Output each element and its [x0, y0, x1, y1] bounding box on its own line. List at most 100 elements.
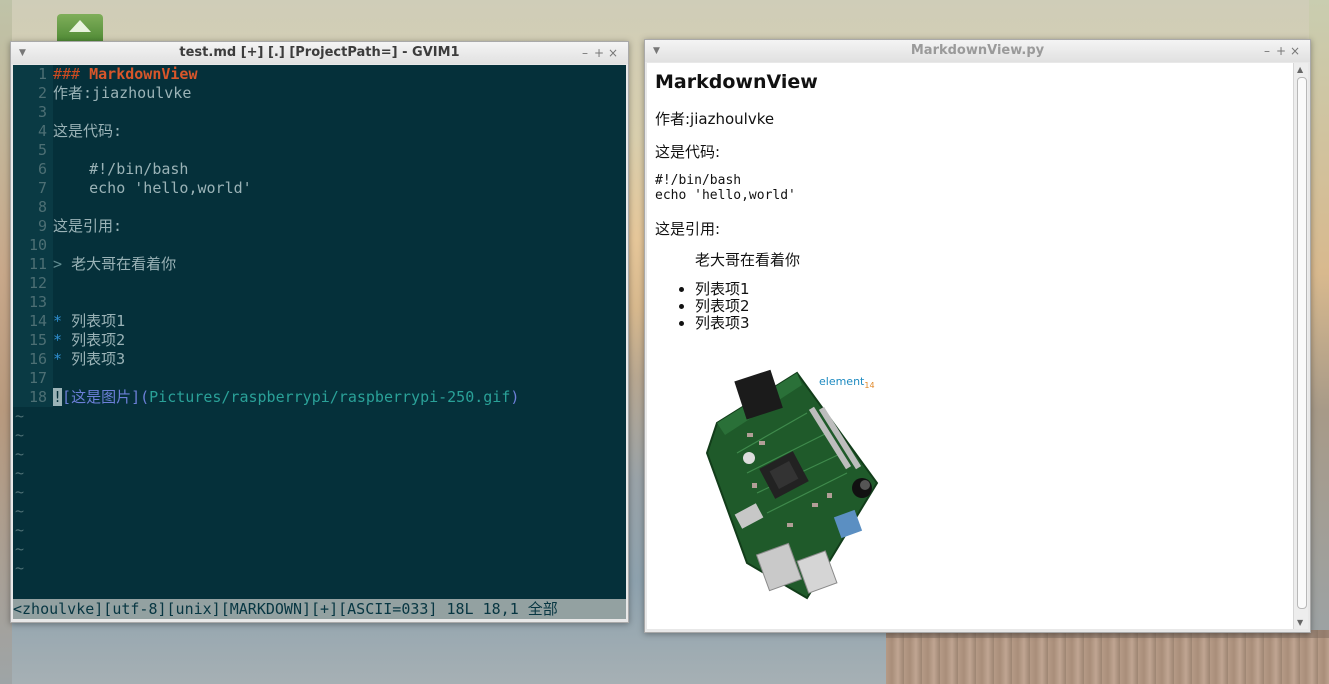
line-text: Pictures/raspberrypi/raspberrypi-250.gif: [149, 388, 511, 406]
line-number: 9: [13, 217, 53, 236]
line-text: *: [53, 331, 72, 349]
line-text: 老大哥在看着你: [71, 255, 177, 273]
vim-line[interactable]: 14 * 列表项1: [13, 312, 626, 331]
gvim-window: ▼ test.md [+] [.] [ProjectPath=] - GVIM1…: [10, 41, 629, 623]
close-icon[interactable]: ×: [606, 42, 620, 64]
desktop-background-right: [1309, 0, 1329, 684]
window-menu-icon[interactable]: ▼: [19, 42, 26, 64]
vim-empty-line: ~: [15, 445, 25, 463]
line-number: 17: [13, 369, 53, 388]
line-text: MarkdownView: [89, 65, 198, 83]
vim-line[interactable]: 12: [13, 274, 626, 293]
line-number: 18: [13, 388, 53, 407]
vim-line[interactable]: 13: [13, 293, 626, 312]
vim-empty-line: ~: [15, 540, 25, 558]
vim-empty-line: ~: [15, 502, 25, 520]
vim-empty-line: ~: [15, 426, 25, 444]
line-text: *: [53, 350, 72, 368]
maximize-icon[interactable]: +: [1274, 40, 1288, 62]
line-number: 15: [13, 331, 53, 350]
preview-code-label: 这是代码:: [655, 143, 721, 161]
maximize-icon[interactable]: +: [592, 42, 606, 64]
vim-line[interactable]: 3: [13, 103, 626, 122]
vim-empty-line: ~: [15, 483, 25, 501]
preview-blockquote: 老大哥在看着你: [695, 251, 801, 269]
line-text: #!/bin/bash: [53, 160, 189, 178]
line-number: 3: [13, 103, 53, 122]
line-text: ](: [131, 388, 150, 406]
scroll-up-icon[interactable]: ▲: [1297, 65, 1303, 74]
line-text: 列表项1: [71, 312, 126, 330]
list-item: 列表项1: [695, 281, 750, 298]
minimize-icon[interactable]: –: [578, 42, 592, 64]
home-folder-icon[interactable]: [57, 14, 103, 42]
gvim-titlebar[interactable]: ▼ test.md [+] [.] [ProjectPath=] - GVIM1…: [11, 42, 628, 64]
markdownview-window: ▼ MarkdownView.py – + × MarkdownView 作者:ji…: [644, 39, 1311, 633]
vim-line[interactable]: 5: [13, 141, 626, 160]
desktop-pier: [886, 630, 1329, 684]
vim-empty-line: ~: [15, 407, 25, 425]
raspberry-pi-image: [705, 369, 879, 600]
vim-line[interactable]: 18 ![这是图片](Pictures/raspberrypi/raspberry…: [13, 388, 626, 407]
line-number: 7: [13, 179, 53, 198]
list-item: 列表项3: [695, 315, 750, 332]
line-text: ): [510, 388, 520, 406]
vim-line[interactable]: 9 这是引用:: [13, 217, 626, 236]
line-number: 11: [13, 255, 53, 274]
window-menu-icon[interactable]: ▼: [653, 40, 660, 62]
scroll-down-icon[interactable]: ▼: [1297, 618, 1303, 627]
line-number: 2: [13, 84, 53, 103]
line-number: 5: [13, 141, 53, 160]
vim-empty-line: ~: [15, 521, 25, 539]
line-number: 13: [13, 293, 53, 312]
vim-line[interactable]: 7 echo 'hello,world': [13, 179, 626, 198]
line-text: 列表项3: [71, 350, 126, 368]
gvim-title: test.md [+] [.] [ProjectPath=] - GVIM1: [179, 45, 460, 60]
line-number: 14: [13, 312, 53, 331]
line-number: 1: [13, 65, 53, 84]
preview-quote-label: 这是引用:: [655, 220, 721, 238]
vim-line[interactable]: 10: [13, 236, 626, 255]
line-text: [: [62, 388, 72, 406]
minimize-icon[interactable]: –: [1260, 40, 1274, 62]
line-text: ###: [53, 65, 90, 83]
preview-list: 列表项1列表项2列表项3: [675, 281, 750, 332]
vim-empty-line: ~: [15, 464, 25, 482]
line-text: 这是代码:: [53, 122, 123, 140]
close-icon[interactable]: ×: [1288, 40, 1302, 62]
line-number: 10: [13, 236, 53, 255]
markdownview-title: MarkdownView.py: [910, 43, 1045, 58]
preview-author: 作者:jiazhoulvke: [655, 110, 775, 128]
vim-line[interactable]: 6 #!/bin/bash: [13, 160, 626, 179]
vim-line[interactable]: 8: [13, 198, 626, 217]
line-text: 列表项2: [71, 331, 126, 349]
line-number: 16: [13, 350, 53, 369]
vim-line[interactable]: 17: [13, 369, 626, 388]
line-number: 4: [13, 122, 53, 141]
line-text: *: [53, 312, 72, 330]
line-number: 6: [13, 160, 53, 179]
scroll-thumb[interactable]: [1297, 77, 1307, 609]
line-number: 12: [13, 274, 53, 293]
list-item: 列表项2: [695, 298, 750, 315]
preview-code-block: #!/bin/bash echo 'hello,world': [655, 173, 796, 203]
vim-line[interactable]: 1 ### MarkdownView: [13, 65, 626, 84]
line-number: 8: [13, 198, 53, 217]
vim-empty-line: ~: [15, 559, 25, 577]
markdownview-titlebar[interactable]: ▼ MarkdownView.py – + ×: [645, 40, 1310, 62]
line-text: 作者:jiazhoulvke: [53, 84, 192, 102]
line-text: 这是引用:: [53, 217, 123, 235]
vim-editor-area[interactable]: 1 ### MarkdownView 2 作者:jiazhoulvke 3 4 这是代码: 5…: [13, 65, 626, 600]
vim-line[interactable]: 16 * 列表项3: [13, 350, 626, 369]
vim-statusline: <zhoulvke][utf-8][unix][MARKDOWN][+][ASC…: [13, 599, 626, 619]
line-text: >: [53, 255, 72, 273]
preview-heading: MarkdownView: [655, 71, 818, 93]
line-text: !: [53, 388, 63, 406]
markdown-preview: MarkdownView 作者:jiazhoulvke 这是代码: #!/bin…: [647, 63, 1293, 629]
line-text: 这是图片: [71, 388, 132, 406]
vim-line[interactable]: 11 > 老大哥在看着你: [13, 255, 626, 274]
preview-scrollbar[interactable]: ▲ ▼: [1293, 63, 1308, 629]
vim-line[interactable]: 2 作者:jiazhoulvke: [13, 84, 626, 103]
vim-line[interactable]: 4 这是代码:: [13, 122, 626, 141]
vim-line[interactable]: 15 * 列表项2: [13, 331, 626, 350]
